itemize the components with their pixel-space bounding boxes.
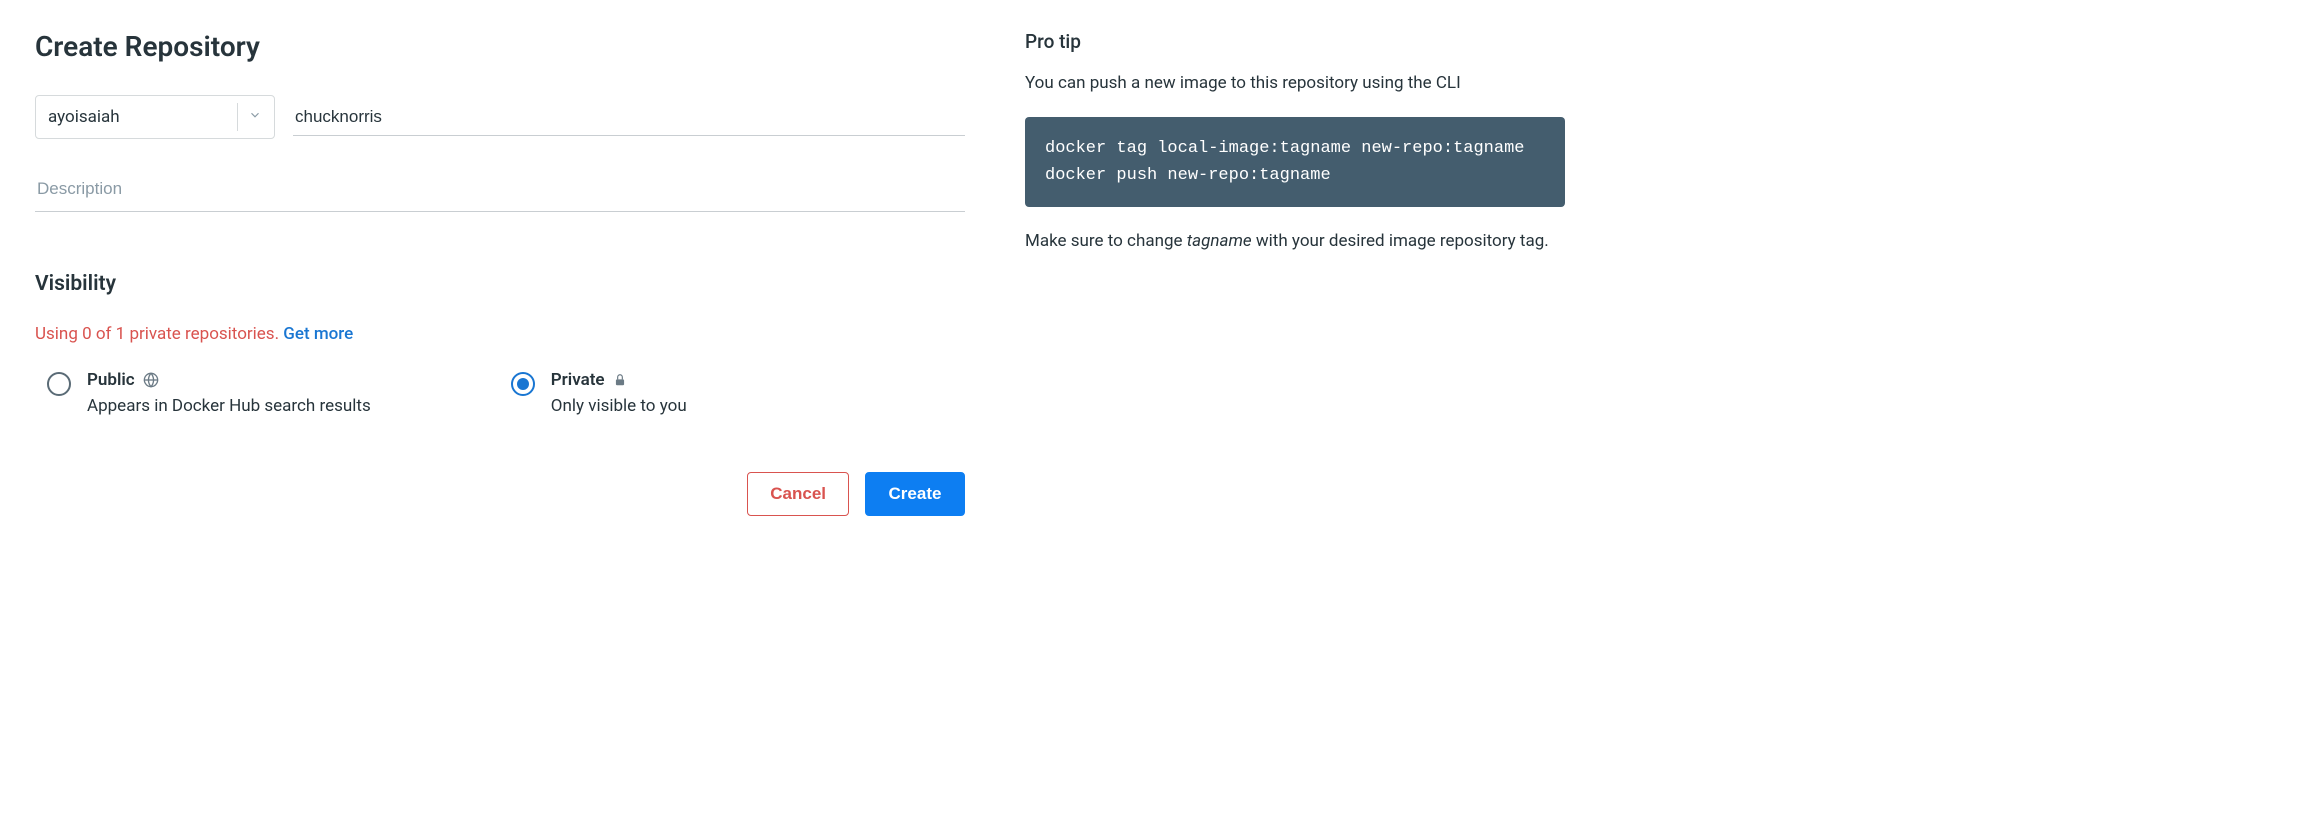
protip-intro: You can push a new image to this reposit… [1025,71,1565,97]
cli-code-block: docker tag local-image:tagname new-repo:… [1025,117,1565,207]
visibility-public-option[interactable]: Public Appears in Docker Hub search resu… [47,370,371,416]
chevron-down-icon [248,107,262,127]
create-button[interactable]: Create [865,472,965,516]
private-desc: Only visible to you [551,396,687,416]
protip-note: Make sure to change tagname with your de… [1025,229,1565,255]
usage-text: Using 0 of 1 private repositories. [35,324,283,344]
globe-icon [143,372,159,388]
note-suffix: with your desired image repository tag. [1252,231,1549,251]
page-title: Create Repository [35,30,965,63]
radio-public[interactable] [47,372,71,396]
private-title: Private [551,370,605,390]
visibility-heading: Visibility [35,272,965,296]
public-title: Public [87,370,135,390]
visibility-private-option[interactable]: Private Only visible to you [511,370,687,416]
lock-icon [613,373,627,387]
public-desc: Appears in Docker Hub search results [87,396,371,416]
select-divider [237,103,238,131]
repo-name-input[interactable] [293,99,965,136]
note-emphasis: tagname [1187,231,1252,251]
protip-heading: Pro tip [1025,30,1565,53]
description-input[interactable] [35,169,965,212]
note-prefix: Make sure to change [1025,231,1187,251]
radio-private[interactable] [511,372,535,396]
namespace-value: ayoisaiah [48,107,120,127]
usage-line: Using 0 of 1 private repositories. Get m… [35,324,965,344]
cancel-button[interactable]: Cancel [747,472,849,516]
get-more-link[interactable]: Get more [283,324,353,344]
namespace-select[interactable]: ayoisaiah [35,95,275,139]
